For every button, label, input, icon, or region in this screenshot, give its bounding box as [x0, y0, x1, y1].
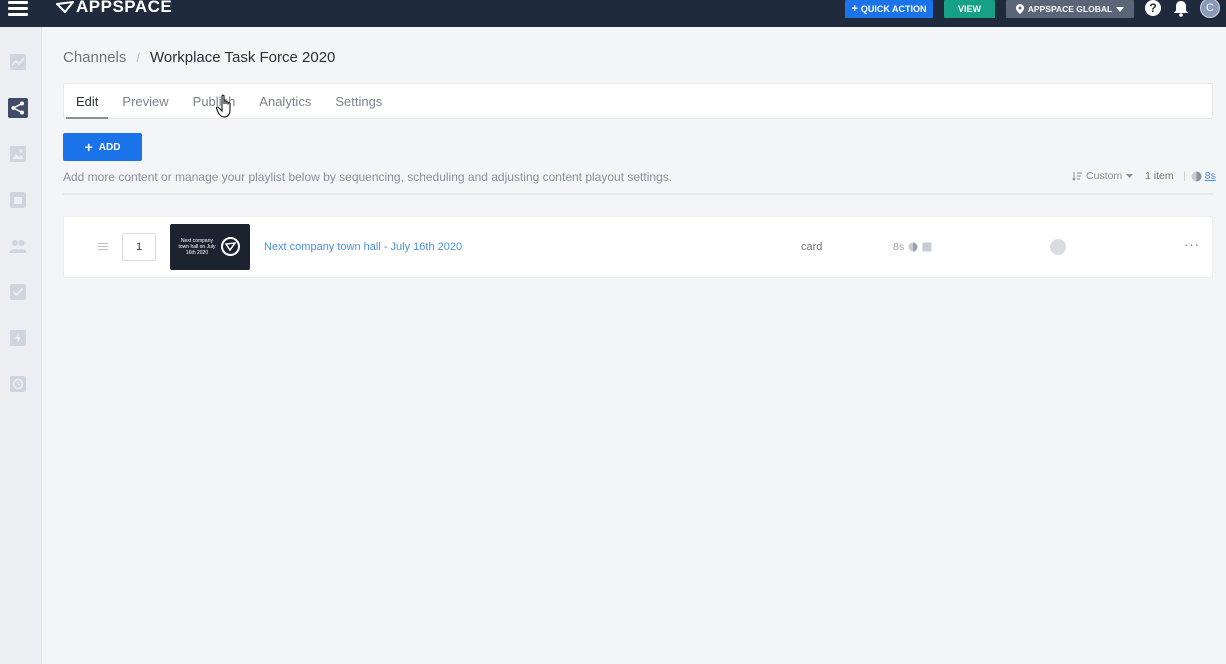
duration-pie-icon: [908, 242, 918, 252]
sidebar: [0, 27, 42, 664]
divider: [63, 193, 1213, 195]
sidebar-item-tasks[interactable]: [8, 282, 28, 302]
breadcrumb-separator: /: [136, 50, 141, 65]
lightning-icon: [10, 330, 26, 346]
sidebar-item-devices[interactable]: [8, 190, 28, 210]
sort-dropdown[interactable]: Custom: [1072, 170, 1134, 182]
drag-handle-icon[interactable]: [98, 243, 108, 253]
app-logo[interactable]: APPSPACE: [56, 0, 172, 17]
sidebar-item-users[interactable]: [8, 236, 28, 256]
app-name: APPSPACE: [76, 0, 173, 16]
quick-action-label: QUICK ACTION: [860, 4, 927, 14]
menu-icon[interactable]: [8, 1, 28, 17]
channels-share-icon: [11, 101, 24, 115]
tab-preview[interactable]: Preview: [110, 83, 180, 119]
divider-bar: |: [1183, 170, 1186, 182]
item-count: 1 item: [1145, 170, 1174, 182]
content-type: card: [801, 241, 823, 253]
location-label: APPSPACE GLOBAL: [1027, 4, 1113, 14]
chevron-down-icon: [1126, 174, 1134, 178]
add-content-button[interactable]: + ADD: [63, 133, 142, 161]
schedule-icon: [922, 242, 932, 252]
location-pin-icon: [1015, 4, 1024, 14]
analytics-icon: [10, 54, 26, 70]
devices-icon: [10, 192, 26, 208]
logo-mark-icon: [56, 1, 74, 13]
playlist-help-text: Add more content or manage your playlist…: [63, 170, 673, 184]
sidebar-item-analytics[interactable]: [8, 52, 28, 72]
content-thumbnail[interactable]: Next company town hall on July 16th 2020: [170, 224, 250, 270]
duration-icon: [1191, 171, 1202, 181]
quick-action-button[interactable]: + QUICK ACTION: [845, 0, 933, 18]
sidebar-item-library[interactable]: [8, 144, 28, 164]
tab-bar: Edit Preview Publish Analytics Settings: [63, 83, 1213, 119]
top-bar: APPSPACE + QUICK ACTION VIEW APPSPACE GL…: [0, 0, 1226, 27]
sidebar-item-channels[interactable]: [8, 98, 28, 118]
more-options-icon[interactable]: ···: [1184, 237, 1200, 252]
thumbnail-text: Next company town hall on July 16th 2020: [178, 238, 216, 256]
thumbnail-logo-icon: [221, 237, 240, 256]
chevron-down-icon: [1116, 6, 1125, 12]
add-label: ADD: [98, 141, 121, 153]
plus-icon: +: [84, 139, 93, 155]
notifications-bell-icon[interactable]: [1172, 0, 1190, 17]
image-library-icon: [10, 146, 26, 162]
checkmark-icon: [10, 284, 26, 300]
breadcrumb-channels-link[interactable]: Channels: [63, 49, 126, 66]
order-input[interactable]: 1: [122, 233, 156, 261]
tab-edit[interactable]: Edit: [64, 83, 110, 119]
clock-icon: [10, 376, 26, 392]
content-duration[interactable]: 8s: [893, 241, 932, 253]
sort-icon: [1072, 172, 1082, 181]
tab-publish[interactable]: Publish: [181, 83, 248, 119]
breadcrumb: Channels / Workplace Task Force 2020: [63, 49, 335, 66]
page-title: Workplace Task Force 2020: [150, 49, 336, 66]
user-avatar[interactable]: C: [1200, 0, 1220, 18]
location-dropdown[interactable]: APPSPACE GLOBAL: [1006, 0, 1134, 18]
sort-label: Custom: [1086, 170, 1123, 182]
tab-settings[interactable]: Settings: [323, 83, 394, 119]
sidebar-item-extensions[interactable]: [8, 328, 28, 348]
sidebar-item-reports[interactable]: [8, 374, 28, 394]
view-label: VIEW: [957, 4, 981, 14]
playlist-row[interactable]: 1 Next company town hall on July 16th 20…: [63, 216, 1213, 278]
duration-value: 8s: [893, 241, 905, 253]
total-duration[interactable]: | 8s: [1183, 170, 1216, 182]
content-title-link[interactable]: Next company town hall - July 16th 2020: [264, 241, 462, 253]
plus-icon: +: [851, 3, 858, 15]
tab-analytics[interactable]: Analytics: [247, 83, 323, 119]
total-duration-value: 8s: [1204, 170, 1216, 182]
sync-status-icon[interactable]: [1050, 239, 1066, 255]
users-icon: [9, 240, 27, 253]
help-icon[interactable]: ?: [1145, 0, 1161, 16]
view-button[interactable]: VIEW: [944, 0, 995, 18]
